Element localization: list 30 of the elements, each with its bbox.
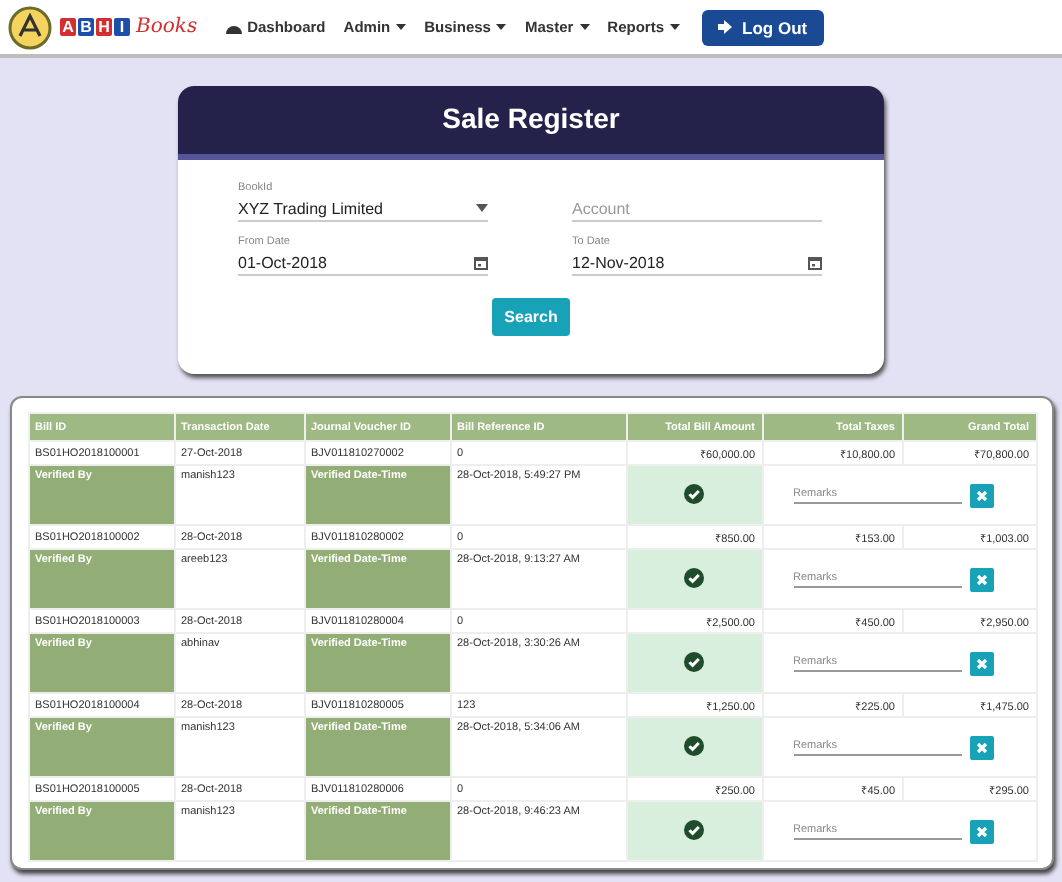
close-button[interactable]	[969, 651, 993, 675]
close-icon	[975, 489, 987, 501]
close-icon	[975, 741, 987, 753]
logout-button[interactable]: Log Out	[702, 9, 824, 45]
field-value: XYZ Trading Limited	[238, 199, 383, 217]
brand-letter: H	[96, 18, 112, 36]
close-icon	[975, 573, 987, 585]
close-button[interactable]	[969, 819, 993, 843]
field-placeholder: Account	[572, 199, 630, 217]
logo-icon[interactable]	[8, 5, 52, 49]
caret-icon	[579, 24, 590, 30]
brand-script: Books	[136, 16, 198, 38]
caret-icon	[476, 204, 488, 212]
close-icon	[975, 657, 987, 669]
card-title: Sale Register	[178, 86, 884, 160]
caret-icon	[496, 24, 507, 30]
field-value: 12-Nov-2018	[572, 253, 665, 271]
close-button[interactable]	[969, 567, 993, 591]
caret-icon	[396, 24, 407, 30]
calendar-icon	[474, 255, 488, 269]
brand-letter: A	[60, 18, 76, 36]
brand-letter: B	[78, 18, 94, 36]
close-icon	[975, 825, 987, 837]
calendar-icon	[808, 255, 822, 269]
field-value: 01-Oct-2018	[238, 253, 327, 271]
close-button[interactable]	[969, 735, 993, 759]
logout-icon	[718, 20, 735, 34]
caret-icon	[670, 24, 681, 30]
close-button[interactable]	[969, 483, 993, 507]
brand-letter: I	[114, 18, 130, 36]
